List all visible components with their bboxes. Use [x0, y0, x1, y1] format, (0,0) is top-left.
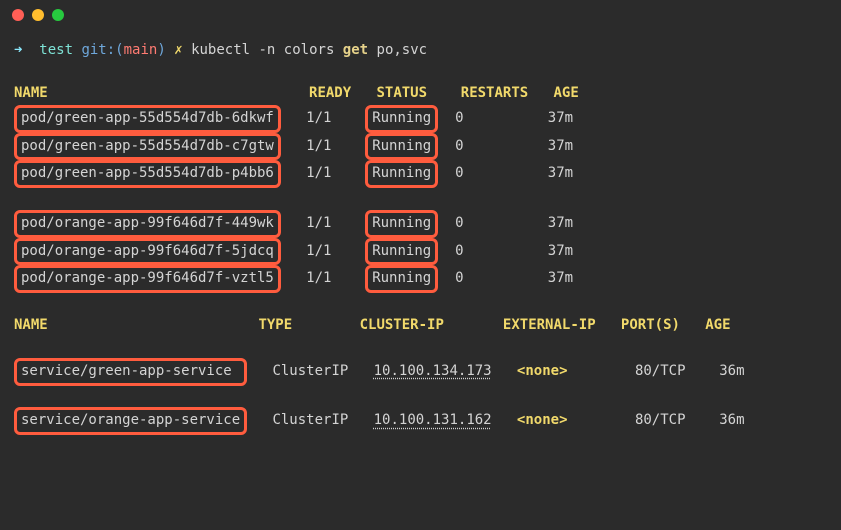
pod-age: 37m	[548, 110, 573, 126]
svc-header-type: TYPE	[258, 317, 292, 333]
highlight-box: pod/green-app-55d554d7db-p4bb6	[14, 160, 281, 188]
pod-restarts: 0	[455, 165, 463, 181]
pod-status: Running	[372, 243, 431, 259]
pod-status: Running	[372, 165, 431, 181]
pod-restarts: 0	[455, 270, 463, 286]
pod-age: 37m	[548, 270, 573, 286]
svc-name: service/green-app-service	[21, 363, 232, 379]
svc-age: 36m	[719, 363, 744, 379]
pods-header-restarts: RESTARTS	[461, 85, 528, 101]
svc-externalip: <none>	[517, 412, 568, 428]
pods-header-ready: READY	[309, 85, 351, 101]
cmd-post: po,svc	[368, 42, 427, 58]
zoom-icon[interactable]	[52, 9, 64, 21]
pod-ready: 1/1	[306, 243, 331, 259]
highlight-box: Running	[365, 265, 438, 293]
highlight-box: Running	[365, 238, 438, 266]
pod-ready: 1/1	[306, 270, 331, 286]
pod-restarts: 0	[455, 243, 463, 259]
highlight-box: pod/green-app-55d554d7db-6dkwf	[14, 105, 281, 133]
highlight-box: Running	[365, 105, 438, 133]
highlight-box: pod/orange-app-99f646d7f-5jdcq	[14, 238, 281, 266]
pods-header-age: AGE	[554, 85, 579, 101]
svc-age: 36m	[719, 412, 744, 428]
pod-age: 37m	[548, 138, 573, 154]
svc-type: ClusterIP	[272, 363, 348, 379]
highlight-box: Running	[365, 133, 438, 161]
terminal-output[interactable]: ➜ test git:(main) ✗ kubectl -n colors ge…	[0, 30, 841, 449]
pod-restarts: 0	[455, 215, 463, 231]
pod-name: pod/green-app-55d554d7db-c7gtw	[21, 138, 274, 154]
prompt-branch: main	[124, 42, 158, 58]
svc-name: service/orange-app-service	[21, 412, 240, 428]
pod-name: pod/orange-app-99f646d7f-449wk	[21, 215, 274, 231]
highlight-box: pod/green-app-55d554d7db-c7gtw	[14, 133, 281, 161]
highlight-box: service/orange-app-service	[14, 407, 247, 435]
pod-ready: 1/1	[306, 215, 331, 231]
prompt-dir: test	[39, 42, 73, 58]
pod-name: pod/orange-app-99f646d7f-vztl5	[21, 270, 274, 286]
pod-name: pod/green-app-55d554d7db-6dkwf	[21, 110, 274, 126]
svc-ports: 80/TCP	[635, 412, 686, 428]
svc-clusterip: 10.100.134.173	[374, 363, 492, 379]
highlight-box: pod/orange-app-99f646d7f-449wk	[14, 210, 281, 238]
svc-clusterip: 10.100.131.162	[374, 412, 492, 428]
minimize-icon[interactable]	[32, 9, 44, 21]
cmd-pre: kubectl -n colors	[191, 42, 343, 58]
pod-age: 37m	[548, 243, 573, 259]
svc-externalip: <none>	[517, 363, 568, 379]
prompt-arrow-icon: ➜	[14, 42, 22, 58]
pod-name: pod/orange-app-99f646d7f-5jdcq	[21, 243, 274, 259]
svc-header-name: NAME	[14, 317, 48, 333]
pod-age: 37m	[548, 165, 573, 181]
pod-ready: 1/1	[306, 110, 331, 126]
pod-restarts: 0	[455, 110, 463, 126]
pod-status: Running	[372, 215, 431, 231]
prompt-dirty-icon: ✗	[174, 42, 182, 58]
svc-header-ports: PORT(S)	[621, 317, 680, 333]
pod-name: pod/green-app-55d554d7db-p4bb6	[21, 165, 274, 181]
highlight-box: pod/orange-app-99f646d7f-vztl5	[14, 265, 281, 293]
pod-ready: 1/1	[306, 138, 331, 154]
svc-ports: 80/TCP	[635, 363, 686, 379]
prompt-git-label: git:(	[81, 42, 123, 58]
pod-restarts: 0	[455, 138, 463, 154]
highlight-box: service/green-app-service	[14, 358, 247, 386]
cmd-bold: get	[343, 42, 368, 58]
window-titlebar	[0, 0, 841, 30]
svc-header-externalip: EXTERNAL-IP	[503, 317, 596, 333]
pod-ready: 1/1	[306, 165, 331, 181]
pods-header-name: NAME	[14, 85, 48, 101]
pod-status: Running	[372, 270, 431, 286]
prompt-git-close: )	[157, 42, 165, 58]
highlight-box: Running	[365, 210, 438, 238]
pod-status: Running	[372, 138, 431, 154]
pod-age: 37m	[548, 215, 573, 231]
svc-header-age: AGE	[705, 317, 730, 333]
highlight-box: Running	[365, 160, 438, 188]
svc-header-clusterip: CLUSTER-IP	[360, 317, 444, 333]
svc-type: ClusterIP	[272, 412, 348, 428]
pod-status: Running	[372, 110, 431, 126]
close-icon[interactable]	[12, 9, 24, 21]
pods-header-status: STATUS	[376, 85, 427, 101]
